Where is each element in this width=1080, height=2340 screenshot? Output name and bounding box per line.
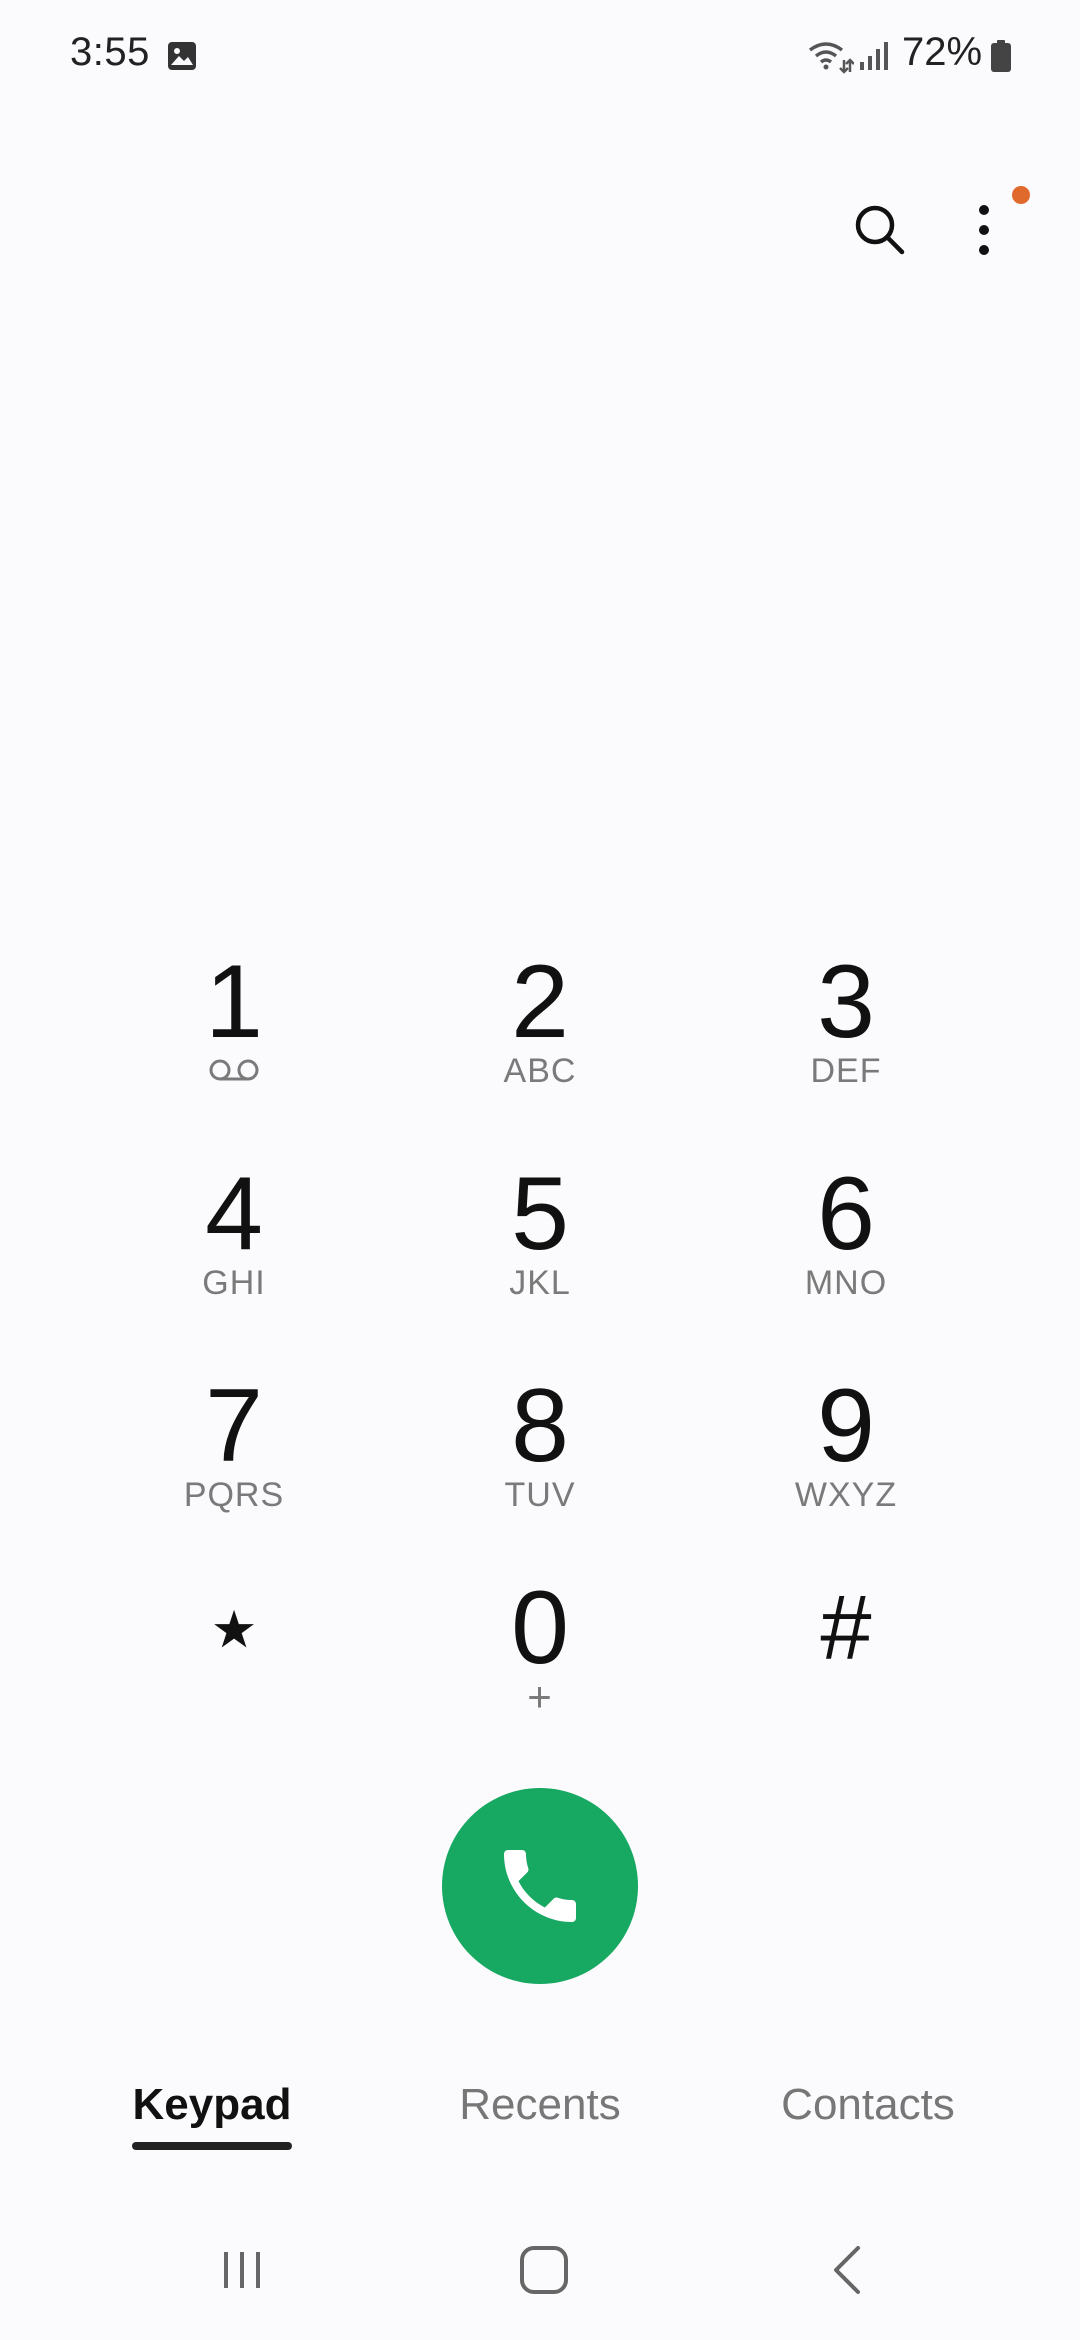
key-5[interactable]: 5 JKL xyxy=(410,1147,670,1347)
notification-dot xyxy=(1012,186,1030,204)
key-star[interactable]: ⋆ xyxy=(104,1561,364,1761)
key-9[interactable]: 9 WXYZ xyxy=(716,1359,976,1559)
battery-percentage: 72% xyxy=(902,30,983,74)
more-options-icon xyxy=(979,205,989,255)
key-8[interactable]: 8 TUV xyxy=(410,1359,670,1559)
search-icon xyxy=(855,205,905,255)
home-icon xyxy=(520,2246,568,2294)
key-letters: MNO xyxy=(804,1264,888,1302)
key-0[interactable]: 0 + xyxy=(410,1561,670,1761)
key-digit: # xyxy=(820,1577,872,1679)
key-letters: GHI xyxy=(202,1264,266,1302)
gallery-icon xyxy=(168,42,196,70)
back-icon xyxy=(834,2246,860,2294)
key-letters: PQRS xyxy=(183,1476,285,1514)
key-letters: ABC xyxy=(503,1052,577,1090)
recent-apps-button[interactable] xyxy=(182,2230,302,2310)
recent-apps-icon xyxy=(224,2252,260,2288)
key-digit: 4 xyxy=(205,1156,263,1272)
key-7[interactable]: 7 PQRS xyxy=(104,1359,364,1559)
key-letters: + xyxy=(527,1673,553,1720)
key-1[interactable]: 1 xyxy=(104,935,364,1135)
key-digit: 1 xyxy=(205,944,263,1060)
tab-active-indicator xyxy=(132,2142,292,2150)
key-6[interactable]: 6 MNO xyxy=(716,1147,976,1347)
key-letters: WXYZ xyxy=(794,1476,898,1514)
tab-keypad[interactable]: Keypad xyxy=(112,2078,312,2132)
wifi-icon xyxy=(808,42,854,74)
key-2[interactable]: 2 ABC xyxy=(410,935,670,1135)
more-options-button[interactable] xyxy=(952,190,1016,270)
key-4[interactable]: 4 GHI xyxy=(104,1147,364,1347)
key-digit: 9 xyxy=(817,1368,875,1484)
phone-icon xyxy=(504,1850,576,1922)
key-letters: JKL xyxy=(509,1264,571,1302)
key-hash[interactable]: # xyxy=(716,1561,976,1761)
key-3[interactable]: 3 DEF xyxy=(716,935,976,1135)
signal-icon xyxy=(860,42,888,70)
key-digit: 5 xyxy=(511,1156,569,1272)
call-button[interactable] xyxy=(442,1788,638,1984)
key-digit: 3 xyxy=(817,944,875,1060)
status-time: 3:55 xyxy=(70,30,150,74)
key-digit: 0 xyxy=(511,1570,569,1686)
key-digit: 7 xyxy=(205,1368,263,1484)
search-button[interactable] xyxy=(840,190,920,270)
tab-recents[interactable]: Recents xyxy=(440,2078,640,2132)
tab-contacts[interactable]: Contacts xyxy=(758,2078,978,2132)
voicemail-icon xyxy=(209,1059,259,1081)
key-digit: 2 xyxy=(511,944,569,1060)
key-letters: DEF xyxy=(810,1052,882,1090)
key-letters: TUV xyxy=(504,1476,576,1514)
home-button[interactable] xyxy=(484,2230,604,2310)
status-bar: 3:55 72% xyxy=(0,0,1080,112)
key-digit: 8 xyxy=(511,1368,569,1484)
key-digit: ⋆ xyxy=(201,1570,267,1686)
key-digit: 6 xyxy=(817,1156,875,1272)
battery-icon xyxy=(991,40,1011,72)
back-button[interactable] xyxy=(788,2230,908,2310)
